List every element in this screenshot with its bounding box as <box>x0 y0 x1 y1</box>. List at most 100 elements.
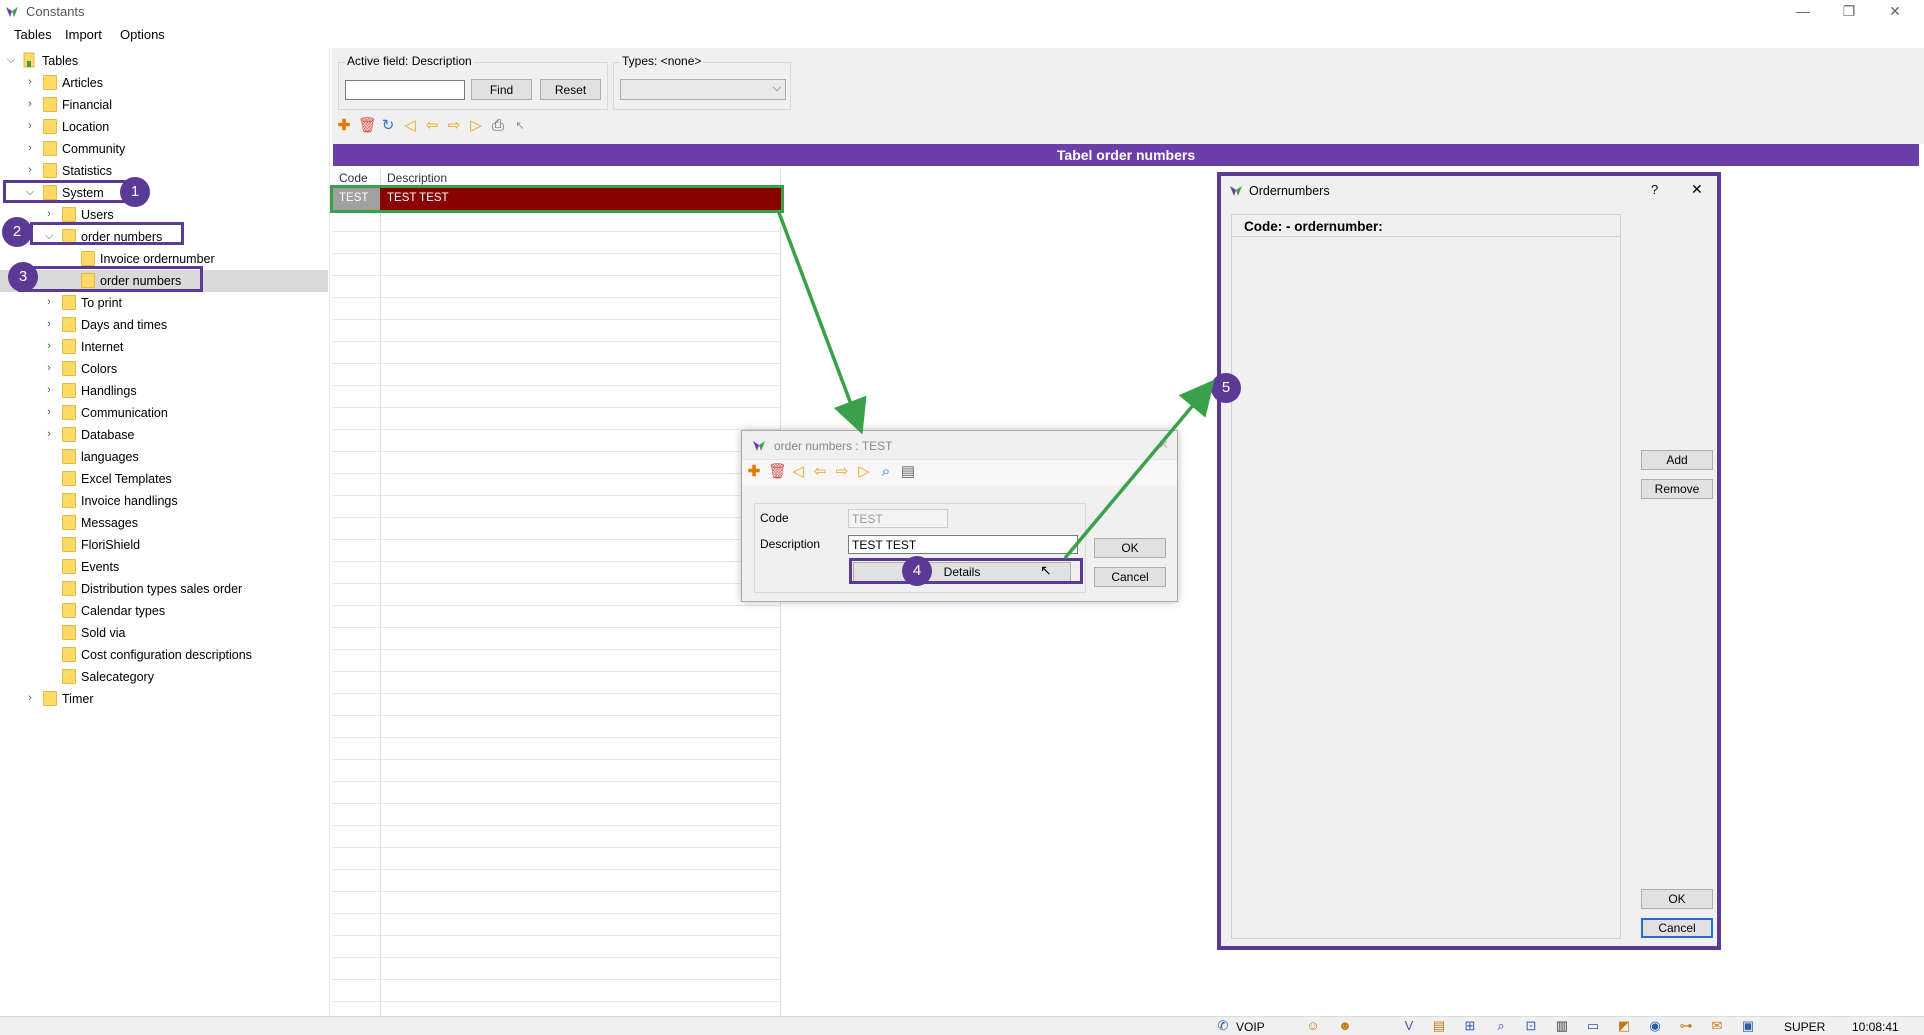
add-icon[interactable]: ✚ <box>336 118 352 134</box>
tree-label: Internet <box>81 340 124 354</box>
print-icon[interactable]: ⎙ <box>490 118 506 134</box>
delete-icon[interactable]: 🗑 <box>768 464 787 480</box>
tree-item-cost-configuration-descriptions[interactable]: Cost configuration descriptions <box>0 644 320 666</box>
search-icon[interactable]: ⌕ <box>878 464 894 480</box>
column-header-code[interactable]: Code <box>339 171 368 185</box>
previous-record-icon[interactable]: ⇦ <box>812 464 828 480</box>
menu-import[interactable]: Import <box>65 27 102 42</box>
chevron-right-icon[interactable]: › <box>24 692 36 704</box>
user-icon[interactable]: ☺ <box>1306 1019 1320 1033</box>
close-icon[interactable]: ✕ <box>1158 437 1169 453</box>
tree-item-timer[interactable]: › Timer <box>0 688 320 710</box>
tree-label: Database <box>81 428 135 442</box>
tree-item-articles[interactable]: › Articles <box>0 72 320 94</box>
column-header-description[interactable]: Description <box>387 171 447 185</box>
types-label: Types: <none> <box>620 54 704 68</box>
mail-icon[interactable]: ✉ <box>1710 1019 1724 1033</box>
reset-button[interactable]: Reset <box>540 79 601 100</box>
chevron-right-icon[interactable]: › <box>43 362 55 374</box>
cancel-button[interactable]: Cancel <box>1094 567 1166 587</box>
tree-item-communication[interactable]: › Communication <box>0 402 320 424</box>
previous-record-icon[interactable]: ⇦ <box>424 118 440 134</box>
types-select[interactable]: ⌵ <box>620 79 786 100</box>
monitor-icon[interactable]: ▭ <box>1586 1019 1600 1033</box>
barcode-icon[interactable]: ▥ <box>1555 1019 1569 1033</box>
refresh-icon[interactable]: ↻ <box>380 118 396 134</box>
tree-item-to-print[interactable]: › To print <box>0 292 320 314</box>
chart-icon[interactable]: ◩ <box>1617 1019 1631 1033</box>
tree-root-tables[interactable]: ⌵ Tables <box>0 50 320 72</box>
add-icon[interactable]: ✚ <box>746 464 762 480</box>
description-field[interactable] <box>848 535 1078 554</box>
cursor-icon[interactable]: ↖ <box>512 118 528 134</box>
cancel-button[interactable]: Cancel <box>1641 918 1713 938</box>
tree-item-statistics[interactable]: › Statistics <box>0 160 320 182</box>
chevron-right-icon[interactable]: › <box>43 406 55 418</box>
ok-button[interactable]: OK <box>1641 889 1713 909</box>
search-icon[interactable]: ⌕ <box>1494 1019 1508 1033</box>
tree-item-messages[interactable]: Messages <box>0 512 320 534</box>
restore-button[interactable]: ❐ <box>1826 0 1872 24</box>
ok-button[interactable]: OK <box>1094 538 1166 558</box>
remove-button[interactable]: Remove <box>1641 479 1713 499</box>
grid-icon[interactable]: ⊞ <box>1463 1019 1477 1033</box>
tree-item-invoice-handlings[interactable]: Invoice handlings <box>0 490 320 512</box>
app-logo-icon[interactable]: V <box>1402 1019 1416 1033</box>
contact-icon[interactable]: ☻ <box>1338 1019 1352 1033</box>
chevron-down-icon: ⌵ <box>772 82 781 94</box>
chevron-right-icon[interactable]: › <box>24 120 36 132</box>
close-button[interactable]: ✕ <box>1691 181 1703 198</box>
search-input[interactable] <box>345 80 465 100</box>
add-button[interactable]: Add <box>1641 450 1713 470</box>
tree-item-internet[interactable]: › Internet <box>0 336 320 358</box>
tables-root-icon <box>23 52 35 68</box>
next-record-icon[interactable]: ⇨ <box>446 118 462 134</box>
app-logo-icon <box>1230 186 1242 196</box>
first-record-icon[interactable]: ◁ <box>790 464 806 480</box>
last-record-icon[interactable]: ▷ <box>468 118 484 134</box>
tree-item-handlings[interactable]: › Handlings <box>0 380 320 402</box>
document-icon[interactable]: ▤ <box>900 464 916 480</box>
tree-item-colors[interactable]: › Colors <box>0 358 320 380</box>
chevron-right-icon[interactable]: › <box>43 208 55 220</box>
tree-item-database[interactable]: › Database <box>0 424 320 446</box>
chevron-right-icon[interactable]: › <box>24 98 36 110</box>
delete-icon[interactable]: 🗑 <box>358 118 377 134</box>
tree-item-excel-templates[interactable]: Excel Templates <box>0 468 320 490</box>
chevron-down-icon[interactable]: ⌵ <box>5 54 17 66</box>
tree-item-florishield[interactable]: FloriShield <box>0 534 320 556</box>
chevron-right-icon[interactable]: › <box>43 428 55 440</box>
tree-item-financial[interactable]: › Financial <box>0 94 320 116</box>
tree-item-distribution-types-sales-order[interactable]: Distribution types sales order <box>0 578 320 600</box>
minimize-button[interactable]: — <box>1780 0 1826 24</box>
next-record-icon[interactable]: ⇨ <box>834 464 850 480</box>
chevron-right-icon[interactable]: › <box>43 296 55 308</box>
menu-options[interactable]: Options <box>120 27 165 42</box>
tree-item-languages[interactable]: languages <box>0 446 320 468</box>
tree-item-community[interactable]: › Community <box>0 138 320 160</box>
first-record-icon[interactable]: ◁ <box>402 118 418 134</box>
chevron-right-icon[interactable]: › <box>24 76 36 88</box>
close-button[interactable]: ✕ <box>1872 0 1918 24</box>
tree-item-location[interactable]: › Location <box>0 116 320 138</box>
ordernumbers-list[interactable]: Code: - ordernumber: <box>1231 214 1621 939</box>
tree-item-calendar-types[interactable]: Calendar types <box>0 600 320 622</box>
find-button[interactable]: Find <box>471 79 532 100</box>
help-button[interactable]: ? <box>1651 182 1658 197</box>
card-icon[interactable]: ▣ <box>1741 1019 1755 1033</box>
chevron-right-icon[interactable]: › <box>24 164 36 176</box>
chevron-right-icon[interactable]: › <box>43 340 55 352</box>
tree-item-salecategory[interactable]: Salecategory <box>0 666 320 688</box>
chat-icon[interactable]: ◉ <box>1648 1019 1662 1033</box>
scan-icon[interactable]: ⊡ <box>1524 1019 1538 1033</box>
last-record-icon[interactable]: ▷ <box>856 464 872 480</box>
tree-item-events[interactable]: Events <box>0 556 320 578</box>
chevron-right-icon[interactable]: › <box>43 318 55 330</box>
network-icon[interactable]: ⊶ <box>1679 1019 1693 1033</box>
tree-item-sold-via[interactable]: Sold via <box>0 622 320 644</box>
chevron-right-icon[interactable]: › <box>24 142 36 154</box>
menu-tables[interactable]: Tables <box>14 27 52 42</box>
tree-item-days-and-times[interactable]: › Days and times <box>0 314 320 336</box>
document-icon[interactable]: ▤ <box>1432 1019 1446 1033</box>
chevron-right-icon[interactable]: › <box>43 384 55 396</box>
